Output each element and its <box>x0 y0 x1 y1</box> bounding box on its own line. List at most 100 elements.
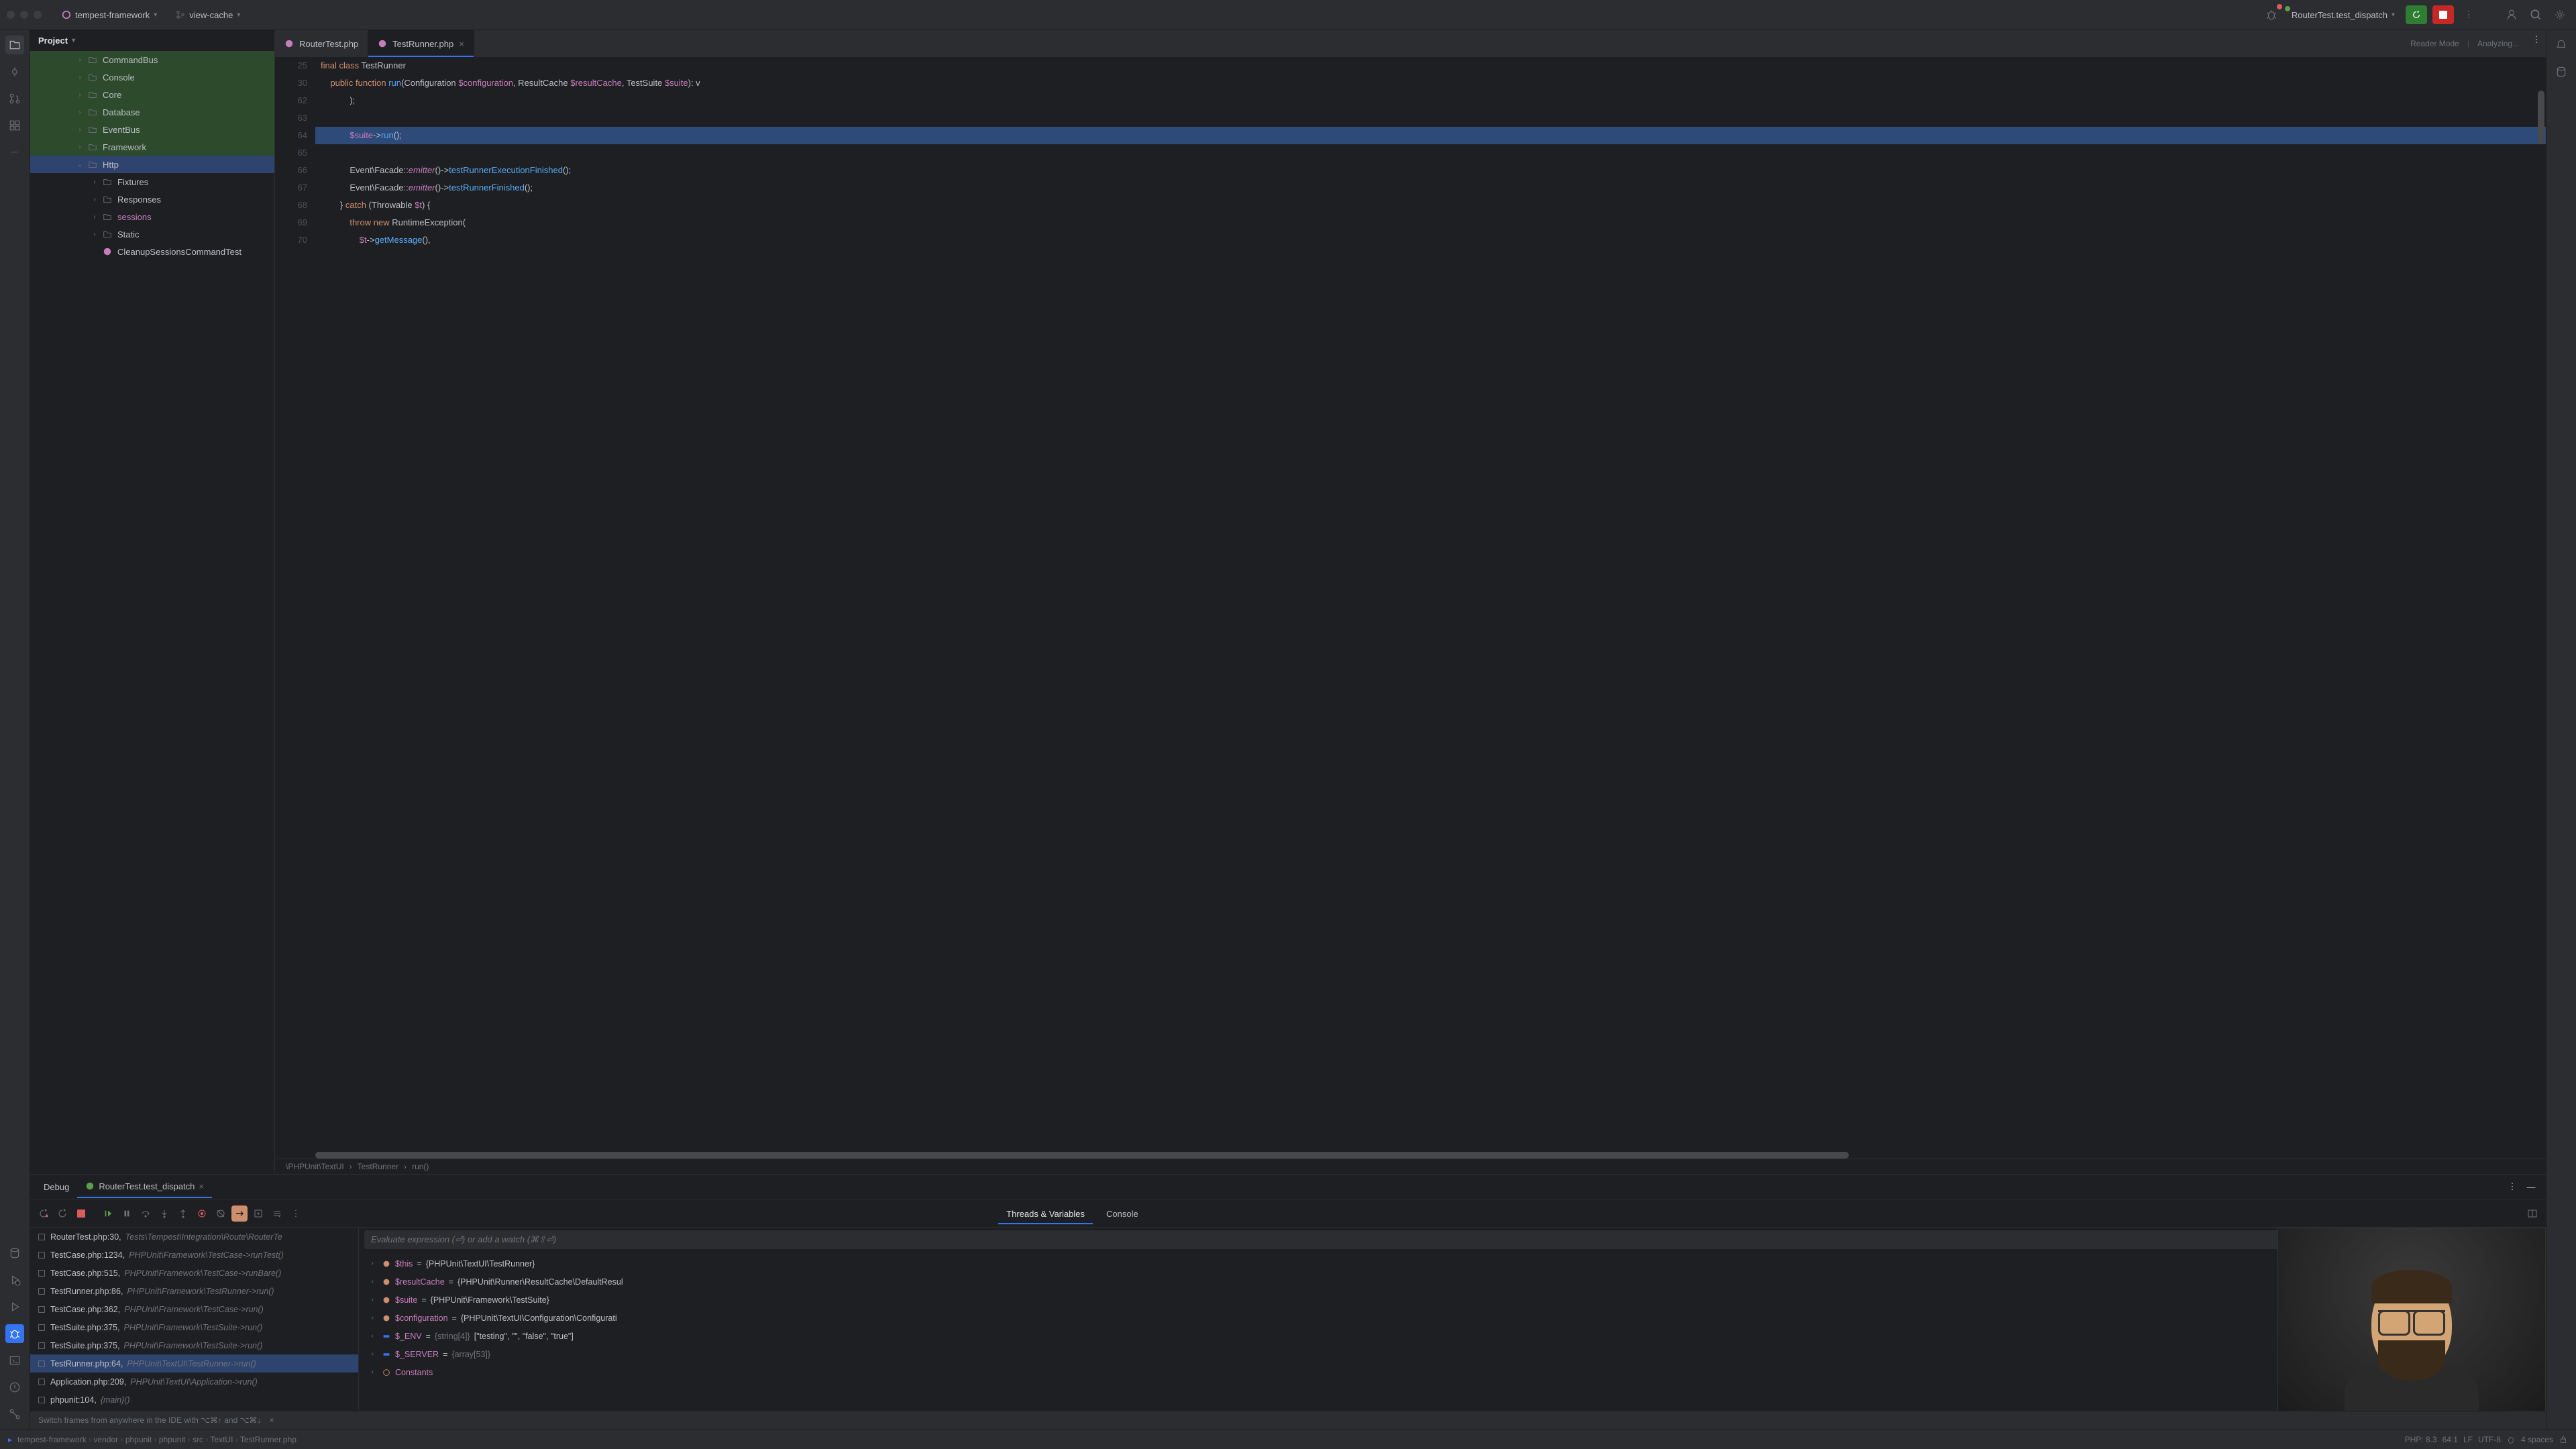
tree-item-console[interactable]: ›Console <box>30 68 274 86</box>
vertical-scrollbar[interactable] <box>2538 77 2544 1132</box>
debug-tool-button[interactable] <box>5 1324 24 1343</box>
threads-vars-tab[interactable]: Threads & Variables <box>998 1205 1093 1224</box>
close-icon[interactable]: × <box>199 1181 204 1191</box>
breadcrumb-item[interactable]: \PHPUnit\TextUI <box>286 1162 344 1171</box>
services-tool-button[interactable] <box>5 1271 24 1289</box>
debug-toolbar-more[interactable]: ⋮ <box>288 1205 304 1222</box>
tree-item-framework[interactable]: ›Framework <box>30 138 274 156</box>
editor-breadcrumb[interactable]: \PHPUnit\TextUI › TestRunner › run() <box>275 1159 2546 1174</box>
variable-row[interactable]: ›$_SERVER = {array[53]} <box>359 1345 2546 1363</box>
line-ending[interactable]: LF <box>2463 1435 2473 1444</box>
encoding[interactable]: UTF-8 <box>2478 1435 2501 1444</box>
database-right-button[interactable] <box>2552 62 2571 81</box>
structure-tool-button[interactable] <box>5 116 24 135</box>
pause-button[interactable] <box>119 1205 135 1222</box>
stack-frame[interactable]: phpunit:104, {main}() <box>30 1391 358 1409</box>
stack-frame[interactable]: TestSuite.php:375, PHPUnit\Framework\Tes… <box>30 1336 358 1354</box>
editor-tab-RouterTest.php[interactable]: RouterTest.php <box>275 30 368 57</box>
reader-mode-label[interactable]: Reader Mode <box>2410 39 2459 48</box>
stack-frame[interactable]: TestCase.php:1234, PHPUnit\Framework\Tes… <box>30 1246 358 1264</box>
nav-root-icon[interactable]: ▸ <box>8 1435 12 1444</box>
tree-item-responses[interactable]: ›Responses <box>30 191 274 208</box>
cursor-position[interactable]: 64:1 <box>2443 1435 2458 1444</box>
tree-item-fixtures[interactable]: ›Fixtures <box>30 173 274 191</box>
code-area[interactable]: final class TestRunner public function r… <box>315 57 2546 1152</box>
stack-frame[interactable]: TestSuite.php:375, PHPUnit\Framework\Tes… <box>30 1318 358 1336</box>
commit-tool-button[interactable] <box>5 62 24 81</box>
settings-button[interactable] <box>2551 5 2569 24</box>
code-with-me-button[interactable] <box>2502 5 2521 24</box>
tree-item-cleanupsessionscommandtest[interactable]: CleanupSessionsCommandTest <box>30 243 274 260</box>
variable-row[interactable]: ›Constants <box>359 1363 2546 1381</box>
minimize-window[interactable] <box>20 11 28 19</box>
debug-tab[interactable]: Debug <box>36 1177 77 1197</box>
stop-button[interactable] <box>2432 5 2454 24</box>
layout-button[interactable] <box>2524 1205 2540 1222</box>
tree-item-static[interactable]: ›Static <box>30 225 274 243</box>
indent-info[interactable]: 4 spaces <box>2521 1435 2553 1444</box>
close-window[interactable] <box>7 11 15 19</box>
pull-requests-button[interactable] <box>5 89 24 108</box>
project-panel-header[interactable]: Project ▾ <box>30 30 274 51</box>
stack-frame[interactable]: Application.php:209, PHPUnit\TextUI\Appl… <box>30 1373 358 1391</box>
stop-debug-button[interactable] <box>73 1205 89 1222</box>
stack-frame[interactable]: RouterTest.php:30, Tests\Tempest\Integra… <box>30 1228 358 1246</box>
editor-body[interactable]: 2530626364656667686970 final class TestR… <box>275 57 2546 1152</box>
run-tool-button[interactable] <box>5 1297 24 1316</box>
evaluate-input[interactable]: Evaluate expression (⏎) or add a watch (… <box>364 1230 2540 1249</box>
lock-icon[interactable] <box>2559 1435 2568 1444</box>
variable-row[interactable]: ›$configuration = {PHPUnit\TextUI\Config… <box>359 1309 2546 1327</box>
close-icon[interactable]: × <box>459 39 464 49</box>
maximize-window[interactable] <box>34 11 42 19</box>
stack-frame[interactable]: TestRunner.php:64, PHPUnit\TextUI\TestRu… <box>30 1354 358 1373</box>
console-tab[interactable]: Console <box>1098 1205 1146 1224</box>
variable-row[interactable]: ›$resultCache = {PHPUnit\Runner\ResultCa… <box>359 1273 2546 1291</box>
stack-frame[interactable]: TestCase.php:362, PHPUnit\Framework\Test… <box>30 1300 358 1318</box>
notifications-button[interactable] <box>2552 36 2571 54</box>
tip-close-button[interactable]: × <box>269 1415 274 1425</box>
tree-item-http[interactable]: ⌄Http <box>30 156 274 173</box>
tree-item-core[interactable]: ›Core <box>30 86 274 103</box>
step-into-button[interactable] <box>156 1205 172 1222</box>
frames-panel[interactable]: RouterTest.php:30, Tests\Tempest\Integra… <box>30 1228 359 1411</box>
terminal-tool-button[interactable] <box>5 1351 24 1370</box>
step-out-button[interactable] <box>175 1205 191 1222</box>
modify-run-button[interactable] <box>54 1205 70 1222</box>
editor-more-button[interactable]: ⋮ <box>2527 30 2546 49</box>
stack-frame[interactable]: TestCase.php:515, PHPUnit\Framework\Test… <box>30 1264 358 1282</box>
variable-row[interactable]: ›$suite = {PHPUnit\Framework\TestSuite} <box>359 1291 2546 1309</box>
rerun-button[interactable] <box>2406 5 2427 24</box>
step-over-button[interactable] <box>138 1205 154 1222</box>
more-button[interactable]: ⋮ <box>2459 5 2478 24</box>
project-tool-button[interactable] <box>5 36 24 54</box>
mute-breakpoints-button[interactable] <box>213 1205 229 1222</box>
show-execution-point-button[interactable] <box>231 1205 248 1222</box>
tree-item-sessions[interactable]: ›sessions <box>30 208 274 225</box>
debug-status-icon[interactable] <box>2262 5 2281 24</box>
problems-tool-button[interactable] <box>5 1378 24 1397</box>
breadcrumb-item[interactable]: TestRunner <box>358 1162 398 1171</box>
database-tool-button[interactable] <box>5 1244 24 1263</box>
variable-row[interactable]: ›$_ENV = {string[4]} ["testing", "", "fa… <box>359 1327 2546 1345</box>
debug-more-button[interactable]: ⋮ <box>2503 1177 2522 1196</box>
variables-list[interactable]: ›$this = {PHPUnit\TextUI\TestRunner}›$re… <box>359 1252 2546 1411</box>
vcs-tool-button[interactable] <box>5 1405 24 1424</box>
minimize-panel-button[interactable]: — <box>2522 1177 2540 1196</box>
inspections-icon[interactable] <box>2506 1435 2516 1444</box>
view-breakpoints-button[interactable] <box>194 1205 210 1222</box>
project-tree[interactable]: ›CommandBus›Console›Core›Database›EventB… <box>30 51 274 1174</box>
gutter[interactable]: 2530626364656667686970 <box>275 57 315 1152</box>
project-selector[interactable]: tempest-framework ▾ <box>56 7 162 23</box>
rerun-debug-button[interactable]: ● <box>36 1205 52 1222</box>
run-config-selector[interactable]: RouterTest.test_dispatch ▾ <box>2286 7 2400 23</box>
search-button[interactable] <box>2526 5 2545 24</box>
evaluate-expression-button[interactable] <box>250 1205 266 1222</box>
stack-frame[interactable]: TestRunner.php:86, PHPUnit\Framework\Tes… <box>30 1282 358 1300</box>
tree-item-database[interactable]: ›Database <box>30 103 274 121</box>
horizontal-scrollbar[interactable] <box>315 1152 2506 1159</box>
more-tools-button[interactable]: ⋯ <box>5 143 24 162</box>
vcs-branch-selector[interactable]: view-cache ▾ <box>170 7 246 23</box>
trace-button[interactable] <box>269 1205 285 1222</box>
resume-button[interactable] <box>100 1205 116 1222</box>
navigation-path[interactable]: tempest-framework › vendor › phpunit › p… <box>17 1435 297 1444</box>
